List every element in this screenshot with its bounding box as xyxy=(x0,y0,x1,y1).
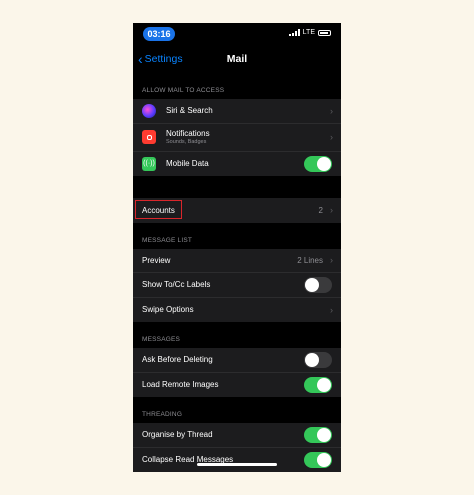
notifications-icon xyxy=(142,130,156,144)
ask-before-deleting-toggle[interactable] xyxy=(304,351,332,368)
signal-icon xyxy=(288,29,300,36)
collapse-read-toggle[interactable] xyxy=(304,451,332,468)
status-indicators: LTE xyxy=(288,29,331,36)
chevron-right-icon: › xyxy=(330,304,333,315)
nav-bar: ‹ Settings Mail xyxy=(133,47,341,73)
section-header-threading: THREADING xyxy=(133,397,341,423)
section-header-allow-access: ALLOW MAIL TO ACCESS xyxy=(133,73,341,99)
group-message-list: Preview 2 Lines › Show To/Cc Labels Swip… xyxy=(133,248,341,323)
group-messages: Ask Before Deleting Load Remote Images xyxy=(133,348,341,397)
siri-icon xyxy=(142,103,156,118)
mobile-data-toggle[interactable] xyxy=(304,155,332,172)
organise-by-thread-toggle[interactable] xyxy=(304,426,332,443)
mobile-data-row: ((·)) Mobile Data xyxy=(133,152,341,177)
mobile-data-icon: ((·)) xyxy=(142,156,156,171)
notifications-label: Notifications xyxy=(166,129,210,138)
ask-before-deleting-label: Ask Before Deleting xyxy=(142,355,213,365)
status-time: 03:16 xyxy=(143,27,175,41)
group-allow-access: Siri & Search › Notifications Sounds, Ba… xyxy=(133,99,341,176)
accounts-row[interactable]: Accounts 2 › xyxy=(133,198,341,223)
notifications-sublabel: Sounds, Badges xyxy=(166,139,207,145)
preview-value: 2 Lines xyxy=(297,255,323,265)
load-remote-images-label: Load Remote Images xyxy=(142,380,219,390)
phone-screen: 03:16 LTE ‹ Settings Mail ALLOW MAIL TO … xyxy=(133,23,341,472)
chevron-right-icon: › xyxy=(330,132,333,142)
page-title: Mail xyxy=(226,53,248,65)
home-indicator[interactable] xyxy=(197,463,277,466)
siri-search-label: Siri & Search xyxy=(166,106,213,116)
section-spacer xyxy=(133,176,341,198)
chevron-right-icon: › xyxy=(330,255,333,266)
battery-icon xyxy=(318,29,331,36)
collapse-read-row: Collapse Read Messages xyxy=(133,448,341,473)
settings-list: ALLOW MAIL TO ACCESS Siri & Search › Not… xyxy=(133,73,341,472)
siri-search-row[interactable]: Siri & Search › xyxy=(133,99,341,124)
chevron-right-icon: › xyxy=(330,205,333,216)
show-tocc-row: Show To/Cc Labels xyxy=(133,273,341,298)
load-remote-images-row: Load Remote Images xyxy=(133,373,341,398)
swipe-options-row[interactable]: Swipe Options › xyxy=(133,298,341,323)
show-tocc-toggle[interactable] xyxy=(304,276,332,293)
preview-label: Preview xyxy=(142,255,171,265)
accounts-count: 2 xyxy=(318,205,323,215)
section-header-messages: MESSAGES xyxy=(133,322,341,348)
load-remote-images-toggle[interactable] xyxy=(304,376,332,393)
show-tocc-label: Show To/Cc Labels xyxy=(142,280,211,290)
mobile-data-label: Mobile Data xyxy=(166,159,209,169)
status-bar: 03:16 LTE xyxy=(133,23,341,45)
preview-row[interactable]: Preview 2 Lines › xyxy=(133,249,341,273)
organise-by-thread-label: Organise by Thread xyxy=(142,430,213,440)
ask-before-deleting-row: Ask Before Deleting xyxy=(133,348,341,373)
notifications-row[interactable]: Notifications Sounds, Badges › xyxy=(133,124,341,152)
chevron-right-icon: › xyxy=(330,105,333,116)
organise-by-thread-row: Organise by Thread xyxy=(133,423,341,448)
accounts-highlight-box xyxy=(135,200,182,219)
group-accounts: Accounts 2 › xyxy=(133,198,341,223)
network-label: LTE xyxy=(302,29,315,36)
section-header-message-list: MESSAGE LIST xyxy=(133,222,341,249)
swipe-options-label: Swipe Options xyxy=(142,305,194,315)
